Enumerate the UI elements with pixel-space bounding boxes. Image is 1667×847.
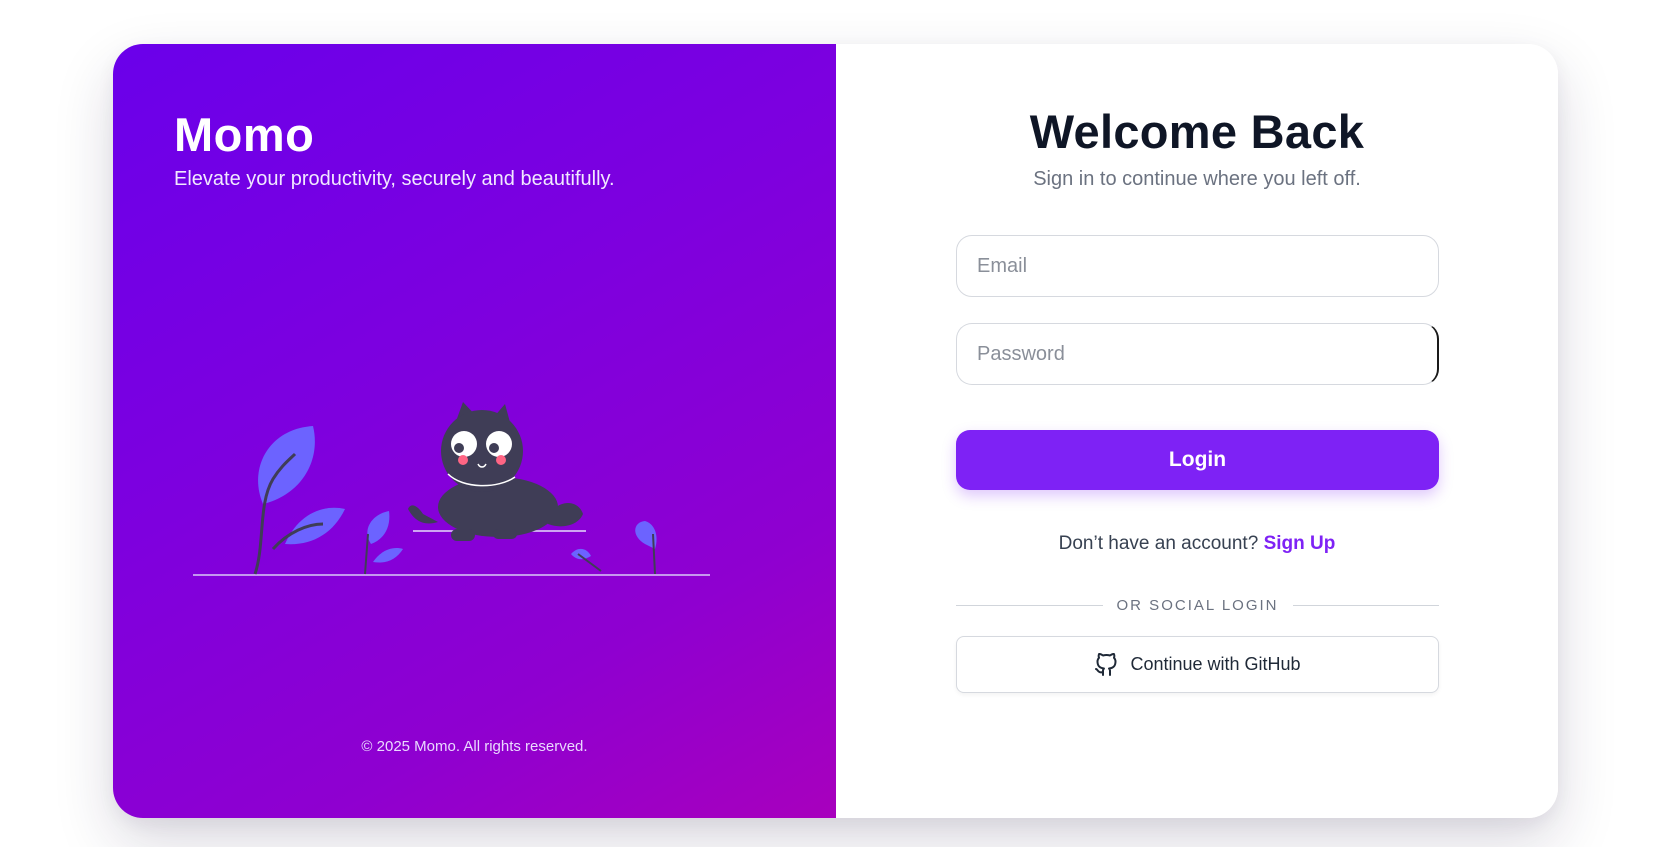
signup-link[interactable]: Sign Up <box>1264 533 1336 554</box>
cat-foot-right <box>493 529 517 539</box>
small-stem-a <box>364 533 369 575</box>
password-field[interactable] <box>956 323 1439 385</box>
signup-prompt: Don’t have an account? <box>1058 533 1259 554</box>
login-button[interactable]: Login <box>956 430 1439 490</box>
page-title: Welcome Back <box>1029 105 1365 158</box>
brand-logo-text: Momo <box>174 108 315 161</box>
github-login-button[interactable]: Continue with GitHub <box>956 636 1439 693</box>
cat-paw <box>408 505 438 524</box>
brand-tagline: Elevate your productivity, securely and … <box>174 168 615 190</box>
signup-row: Don’t have an account? Sign Up <box>836 533 1558 555</box>
login-form-panel: Welcome Back Sign in to continue where y… <box>836 44 1558 818</box>
github-button-label: Continue with GitHub <box>1130 654 1301 674</box>
cat-cheek-right <box>496 455 506 465</box>
login-card: Momo Elevate your productivity, securely… <box>113 44 1558 818</box>
brand-panel: Momo Elevate your productivity, securely… <box>113 44 836 818</box>
small-leaf-a <box>367 511 390 544</box>
social-divider: OR SOCIAL LOGIN <box>956 597 1440 614</box>
cat-eye-right-white <box>486 431 512 457</box>
page-subtitle: Sign in to continue where you left off. <box>1033 168 1361 190</box>
tiny-leaf <box>571 548 591 560</box>
cat-foot-left <box>451 529 475 541</box>
cat-pupil-left <box>454 443 464 453</box>
divider-text: OR SOCIAL LOGIN <box>1116 597 1279 614</box>
cat-plants-illustration <box>193 402 710 576</box>
copyright-text: © 2025 Momo. All rights reserved. <box>361 738 588 755</box>
email-field[interactable] <box>956 235 1439 297</box>
cat-pupil-right <box>489 443 499 453</box>
divider-line-right <box>1292 605 1440 606</box>
divider-line-left <box>956 605 1103 606</box>
github-icon <box>1095 652 1117 676</box>
cat-eye-left-white <box>451 431 477 457</box>
small-leaf-b <box>373 548 403 563</box>
cat-cheek-left <box>458 455 468 465</box>
